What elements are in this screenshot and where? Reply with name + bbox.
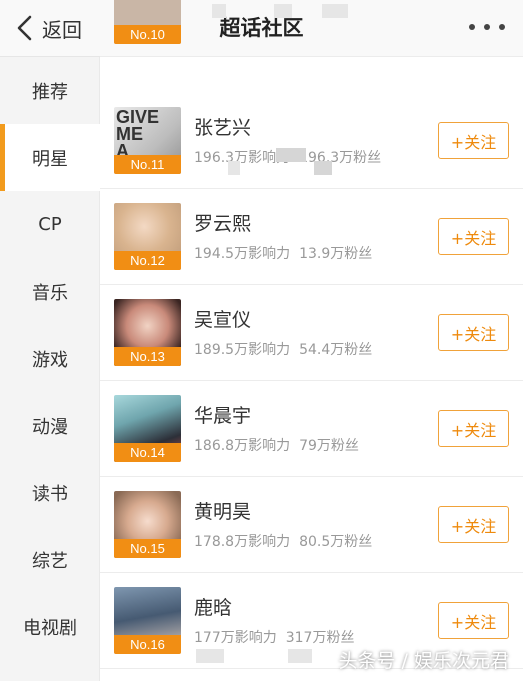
sidebar-item-label: 游戏: [32, 349, 68, 371]
star-name: 黄明昊: [194, 501, 252, 523]
star-stats: 177万影响力 317万粉丝: [194, 627, 354, 647]
list-item[interactable]: No.10: [100, 0, 523, 57]
blurred-text: [228, 161, 240, 175]
list-item[interactable]: No.14 华晨宇 186.8万影响力 79万粉丝 +关注: [100, 381, 523, 477]
rank-badge: No.12: [114, 251, 181, 270]
avatar: No.13: [114, 299, 181, 366]
avatar-caption: GIVE ME A: [116, 107, 160, 161]
rank-badge: No.10: [114, 25, 181, 44]
list-item[interactable]: GIVE ME A No.11 张艺兴 196.3万影响力 196.3万粉丝 +关…: [100, 93, 523, 189]
blurred-text: [276, 148, 306, 162]
star-name: 鹿晗: [194, 597, 233, 619]
influence-count: 194.5万影响力: [194, 246, 291, 262]
follow-button[interactable]: +关注: [438, 122, 509, 159]
avatar: GIVE ME A No.11: [114, 107, 181, 174]
influence-count: 189.5万影响力: [194, 342, 291, 358]
category-sidebar: 推荐 明星 CP 音乐 游戏 动漫 读书 综艺 电视剧: [0, 57, 100, 681]
sidebar-item-books[interactable]: 读书: [0, 459, 100, 526]
rank-badge: No.13: [114, 347, 181, 366]
fans-count: 80.5万粉丝: [299, 534, 373, 550]
sidebar-item-label: 明星: [32, 148, 68, 170]
avatar: No.12: [114, 203, 181, 270]
sidebar-item-label: 综艺: [32, 550, 68, 572]
avatar: No.10: [114, 0, 181, 44]
rank-badge: No.11: [114, 155, 181, 174]
rank-badge: No.14: [114, 443, 181, 462]
star-stats: 178.8万影响力 80.5万粉丝: [194, 531, 372, 551]
sidebar-item-label: CP: [38, 214, 62, 235]
sidebar-item-recommend[interactable]: 推荐: [0, 57, 100, 124]
sidebar-item-label: 推荐: [32, 81, 68, 103]
sidebar-item-label: 动漫: [32, 416, 68, 438]
fans-count: 317万粉丝: [285, 630, 355, 646]
star-name: 罗云熙: [194, 213, 252, 235]
sidebar-item-music[interactable]: 音乐: [0, 258, 100, 325]
list-item[interactable]: No.13 吴宣仪 189.5万影响力 54.4万粉丝 +关注: [100, 285, 523, 381]
star-stats: 186.8万影响力 79万粉丝: [194, 435, 359, 455]
follow-button[interactable]: +关注: [438, 314, 509, 351]
blurred-text: [212, 4, 226, 18]
blurred-text: [274, 4, 292, 18]
sidebar-item-games[interactable]: 游戏: [0, 325, 100, 392]
fans-count: 79万粉丝: [299, 438, 359, 454]
follow-button[interactable]: +关注: [438, 218, 509, 255]
fans-count: 54.4万粉丝: [299, 342, 373, 358]
blurred-text: [322, 4, 348, 18]
sidebar-item-label: 读书: [32, 483, 68, 505]
rank-badge: No.16: [114, 635, 181, 654]
avatar: No.15: [114, 491, 181, 558]
sidebar-item-stars[interactable]: 明星: [0, 124, 100, 191]
follow-button[interactable]: +关注: [438, 602, 509, 639]
watermark: 头条号 / 娱乐次元君: [338, 650, 509, 672]
sidebar-item-variety[interactable]: 综艺: [0, 526, 100, 593]
sidebar-item-label: 音乐: [32, 282, 68, 304]
blurred-text: [196, 649, 224, 663]
blurred-text: [314, 161, 332, 175]
avatar: No.16: [114, 587, 181, 654]
star-name: 吴宣仪: [194, 309, 252, 331]
sidebar-item-label: 电视剧: [23, 617, 77, 639]
sidebar-item-anime[interactable]: 动漫: [0, 392, 100, 459]
influence-count: 178.8万影响力: [194, 534, 291, 550]
follow-button[interactable]: +关注: [438, 410, 509, 447]
follow-button[interactable]: +关注: [438, 506, 509, 543]
fans-count: 196.3万粉丝: [299, 150, 382, 166]
fans-count: 13.9万粉丝: [299, 246, 373, 262]
influence-count: 186.8万影响力: [194, 438, 291, 454]
star-name: 张艺兴: [194, 117, 252, 139]
blurred-text: [288, 649, 312, 663]
list-item[interactable]: No.12 罗云熙 194.5万影响力 13.9万粉丝 +关注: [100, 189, 523, 285]
star-stats: 189.5万影响力 54.4万粉丝: [194, 339, 372, 359]
list-item[interactable]: No.15 黄明昊 178.8万影响力 80.5万粉丝 +关注: [100, 477, 523, 573]
influence-count: 177万影响力: [194, 630, 277, 646]
sidebar-item-cp[interactable]: CP: [0, 191, 100, 258]
rank-badge: No.15: [114, 539, 181, 558]
star-ranking-list: No.10 GIVE ME A No.11 张艺兴 196.3万影响力 196.3…: [100, 0, 523, 681]
avatar: No.14: [114, 395, 181, 462]
sidebar-item-tv-series[interactable]: 电视剧: [0, 593, 100, 660]
star-name: 华晨宇: [194, 405, 252, 427]
star-stats: 194.5万影响力 13.9万粉丝: [194, 243, 372, 263]
